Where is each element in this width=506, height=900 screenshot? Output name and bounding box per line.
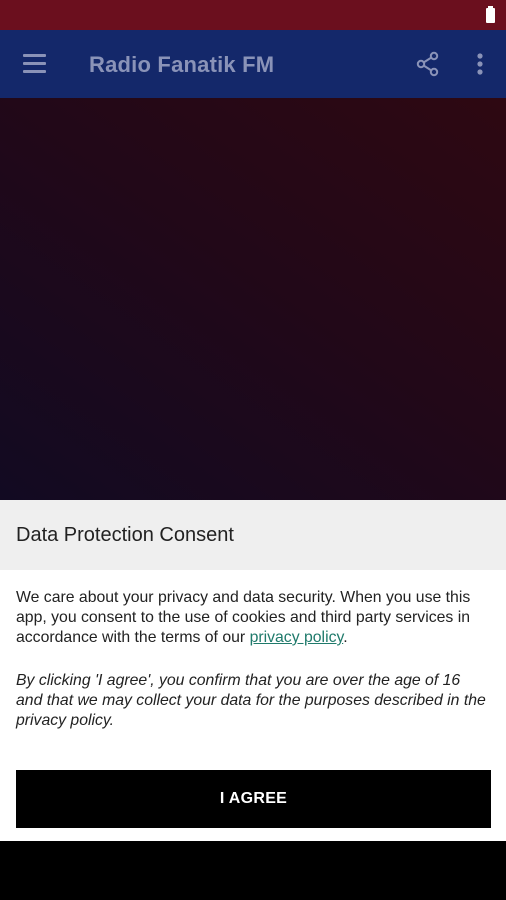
app-title: Radio Fanatik FM xyxy=(89,52,275,77)
dialog-title: Data Protection Consent xyxy=(16,524,234,546)
consent-text: We care about your privacy and data secu… xyxy=(16,588,490,648)
dialog-body: We care about your privacy and data secu… xyxy=(0,570,506,731)
share-icon[interactable] xyxy=(412,48,444,80)
age-confirmation-text: By clicking 'I agree', you confirm that … xyxy=(16,672,486,729)
consent-text-end: . xyxy=(343,629,348,646)
consent-dialog: Data Protection Consent We care about yo… xyxy=(0,500,506,841)
navigation-bar-area xyxy=(0,841,506,900)
main-content-background xyxy=(0,98,506,500)
agree-button[interactable]: I AGREE xyxy=(16,770,491,828)
battery-icon xyxy=(486,6,495,23)
privacy-policy-link[interactable]: privacy policy xyxy=(250,629,344,646)
hamburger-menu-icon[interactable] xyxy=(14,44,54,84)
more-vertical-icon[interactable] xyxy=(466,48,494,80)
app-bar: Radio Fanatik FM xyxy=(0,30,506,98)
consent-text-main: We care about your privacy and data secu… xyxy=(16,589,471,646)
status-bar xyxy=(0,0,506,30)
dialog-header: Data Protection Consent xyxy=(0,500,506,570)
